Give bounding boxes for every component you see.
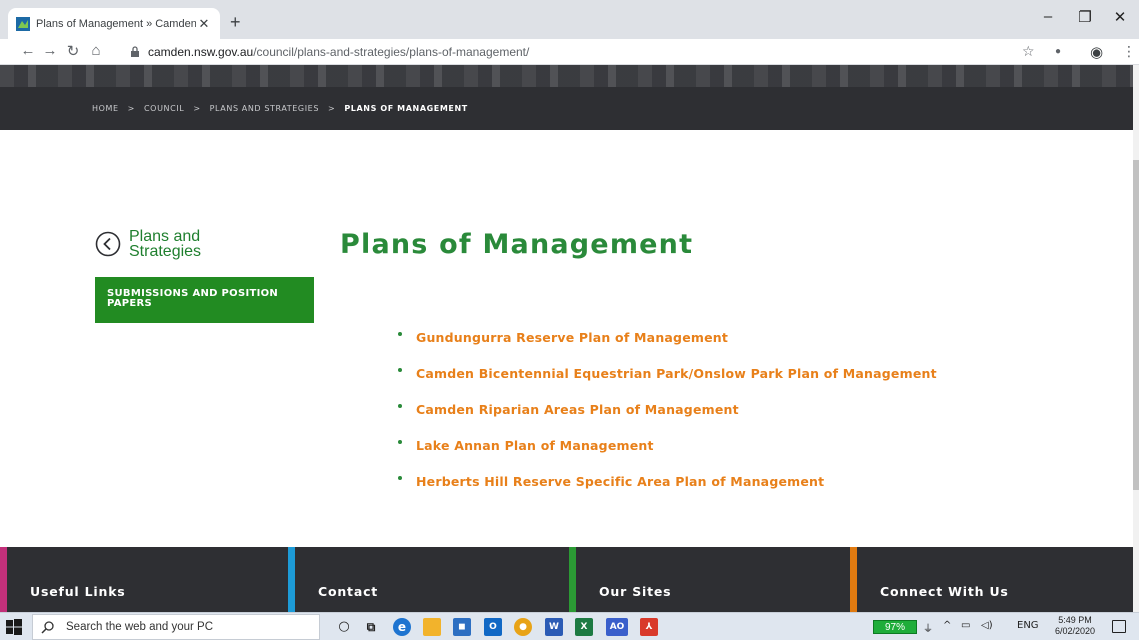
- url-text: camden.nsw.gov.au/council/plans-and-stra…: [148, 45, 529, 59]
- site-footer: Useful Links Contact Our Sites Connect W…: [0, 547, 1133, 612]
- footer-heading-our-sites: Our Sites: [599, 584, 672, 599]
- breadcrumb-separator: >: [127, 104, 135, 113]
- reload-icon[interactable]: ↻: [63, 42, 83, 60]
- cortana-icon[interactable]: ○: [335, 618, 353, 636]
- new-tab-button[interactable]: +: [230, 12, 241, 33]
- store-icon[interactable]: ◼: [453, 618, 471, 636]
- plan-link-lake-annan[interactable]: Lake Annan Plan of Management: [416, 438, 654, 453]
- breadcrumb-home[interactable]: HOME: [92, 104, 119, 113]
- outlook-icon[interactable]: O: [484, 618, 502, 636]
- submissions-and-position-papers-button[interactable]: SUBMISSIONS AND POSITION PAPERS: [95, 277, 314, 323]
- side-button-line2: PAPERS: [107, 298, 153, 309]
- action-center-icon[interactable]: [1112, 620, 1126, 633]
- chevron-up-icon[interactable]: ^: [943, 620, 951, 631]
- breadcrumb-separator: >: [193, 104, 201, 113]
- breadcrumb-separator: >: [328, 104, 336, 113]
- word-icon[interactable]: W: [545, 618, 563, 636]
- screen: Plans of Management » Camden ✕ + – ❐ ✕ ←…: [0, 0, 1139, 640]
- close-window-button[interactable]: ✕: [1105, 8, 1135, 26]
- windows-taskbar: Search the web and your PC ○ ⧉ e ◼ O ● W…: [0, 612, 1139, 640]
- plan-link-gundungurra[interactable]: Gundungurra Reserve Plan of Management: [416, 330, 728, 345]
- browser-toolbar: ← → ↻ ⌂ camden.nsw.gov.au/council/plans-…: [0, 39, 1139, 65]
- bullet-icon: [398, 368, 402, 372]
- list-item: Camden Riparian Areas Plan of Management: [398, 391, 937, 427]
- site-favicon-icon: [16, 16, 30, 31]
- forward-arrow-icon[interactable]: →: [40, 42, 60, 59]
- search-icon: [41, 620, 54, 634]
- url-domain: camden.nsw.gov.au: [148, 44, 254, 59]
- footer-heading-connect-with-us: Connect With Us: [880, 584, 1009, 599]
- list-item: Herberts Hill Reserve Specific Area Plan…: [398, 463, 937, 499]
- acrobat-icon[interactable]: ⅄: [640, 618, 658, 636]
- power-plug-icon[interactable]: ⏚: [923, 620, 933, 635]
- list-item: Gundungurra Reserve Plan of Management: [398, 319, 937, 355]
- home-icon[interactable]: ⌂: [86, 42, 106, 59]
- profile-icon[interactable]: ◉: [1090, 43, 1103, 61]
- footer-column-connect: Connect With Us: [850, 547, 1133, 612]
- plan-link-equestrian-park[interactable]: Camden Bicentennial Equestrian Park/Onsl…: [416, 366, 937, 381]
- list-item: Lake Annan Plan of Management: [398, 427, 937, 463]
- url-path: /council/plans-and-strategies/plans-of-m…: [253, 44, 530, 59]
- back-link-label: Plans and Strategies: [129, 228, 202, 260]
- lock-icon: [131, 46, 139, 57]
- scrollbar-thumb[interactable]: [1133, 160, 1139, 490]
- address-bar[interactable]: camden.nsw.gov.au/council/plans-and-stra…: [124, 41, 1024, 62]
- minimize-button[interactable]: –: [1033, 8, 1063, 25]
- footer-column-contact: Contact: [288, 547, 572, 612]
- breadcrumb-plans-and-strategies[interactable]: PLANS AND STRATEGIES: [210, 104, 319, 113]
- ao-app-icon[interactable]: AO: [606, 618, 628, 636]
- search-placeholder: Search the web and your PC: [66, 621, 214, 633]
- bullet-icon: [398, 440, 402, 444]
- extension-icon[interactable]: ●: [1055, 46, 1061, 57]
- excel-icon[interactable]: X: [575, 618, 593, 636]
- chrome-icon[interactable]: ●: [514, 618, 532, 636]
- site-header: HOME > COUNCIL > PLANS AND STRATEGIES > …: [0, 65, 1133, 130]
- file-explorer-icon[interactable]: [423, 618, 441, 636]
- back-to-plans-and-strategies-link[interactable]: Plans and Strategies: [95, 228, 202, 260]
- back-link-label-line2: Strategies: [129, 243, 202, 260]
- clock-date: 6/02/2020: [1054, 626, 1096, 636]
- hero-image-strip: [0, 65, 1133, 87]
- plan-link-riparian-areas[interactable]: Camden Riparian Areas Plan of Management: [416, 402, 739, 417]
- footer-heading-contact: Contact: [318, 584, 379, 599]
- clock-time: 5:49 PM: [1058, 615, 1092, 625]
- battery-indicator[interactable]: 97%: [873, 620, 917, 634]
- back-link-label-line1: Plans and: [129, 228, 201, 245]
- volume-icon[interactable]: ◁): [981, 620, 993, 631]
- menu-kebab-icon[interactable]: ⋮: [1122, 43, 1136, 60]
- chevron-left-circle-icon: [95, 231, 121, 257]
- browser-tab[interactable]: Plans of Management » Camden ✕: [8, 8, 220, 39]
- bookmark-star-icon[interactable]: ☆: [1022, 43, 1035, 60]
- browser-tabstrip: Plans of Management » Camden ✕ + – ❐ ✕: [0, 0, 1139, 39]
- breadcrumb-current: PLANS OF MANAGEMENT: [344, 104, 468, 113]
- task-view-icon[interactable]: ⧉: [362, 618, 380, 636]
- page-scrollbar[interactable]: [1133, 65, 1139, 612]
- footer-heading-useful-links: Useful Links: [30, 584, 126, 599]
- breadcrumb: HOME > COUNCIL > PLANS AND STRATEGIES > …: [92, 104, 468, 113]
- plans-list: Gundungurra Reserve Plan of Management C…: [398, 319, 937, 499]
- footer-column-useful-links: Useful Links: [0, 547, 290, 612]
- taskbar-clock[interactable]: 5:49 PM 6/02/2020: [1052, 615, 1098, 637]
- taskbar-search-box[interactable]: Search the web and your PC: [32, 614, 320, 640]
- network-icon[interactable]: ▭: [961, 620, 970, 631]
- tab-title: Plans of Management » Camden: [36, 17, 196, 30]
- language-indicator[interactable]: ENG: [1017, 620, 1039, 631]
- edge-browser-icon[interactable]: e: [393, 618, 411, 636]
- bullet-icon: [398, 476, 402, 480]
- footer-column-our-sites: Our Sites: [569, 547, 853, 612]
- bullet-icon: [398, 332, 402, 336]
- plan-link-herberts-hill[interactable]: Herberts Hill Reserve Specific Area Plan…: [416, 474, 824, 489]
- page-title: Plans of Management: [340, 229, 694, 260]
- back-arrow-icon[interactable]: ←: [18, 42, 38, 59]
- breadcrumb-council[interactable]: COUNCIL: [144, 104, 184, 113]
- maximize-button[interactable]: ❐: [1070, 8, 1100, 26]
- list-item: Camden Bicentennial Equestrian Park/Onsl…: [398, 355, 937, 391]
- windows-start-icon[interactable]: [6, 619, 22, 635]
- bullet-icon: [398, 404, 402, 408]
- tab-close-icon[interactable]: ✕: [196, 16, 212, 32]
